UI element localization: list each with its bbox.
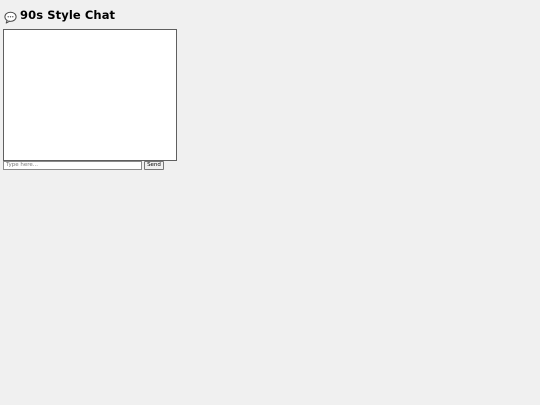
speech-bubble-icon bbox=[4, 9, 17, 23]
page-title-row: 90s Style Chat bbox=[4, 7, 115, 23]
chat-page: 90s Style Chat Send bbox=[0, 0, 540, 405]
chat-log[interactable] bbox=[3, 29, 177, 161]
message-input[interactable] bbox=[3, 161, 142, 170]
send-button[interactable]: Send bbox=[144, 161, 164, 170]
page-title: 90s Style Chat bbox=[20, 8, 116, 22]
